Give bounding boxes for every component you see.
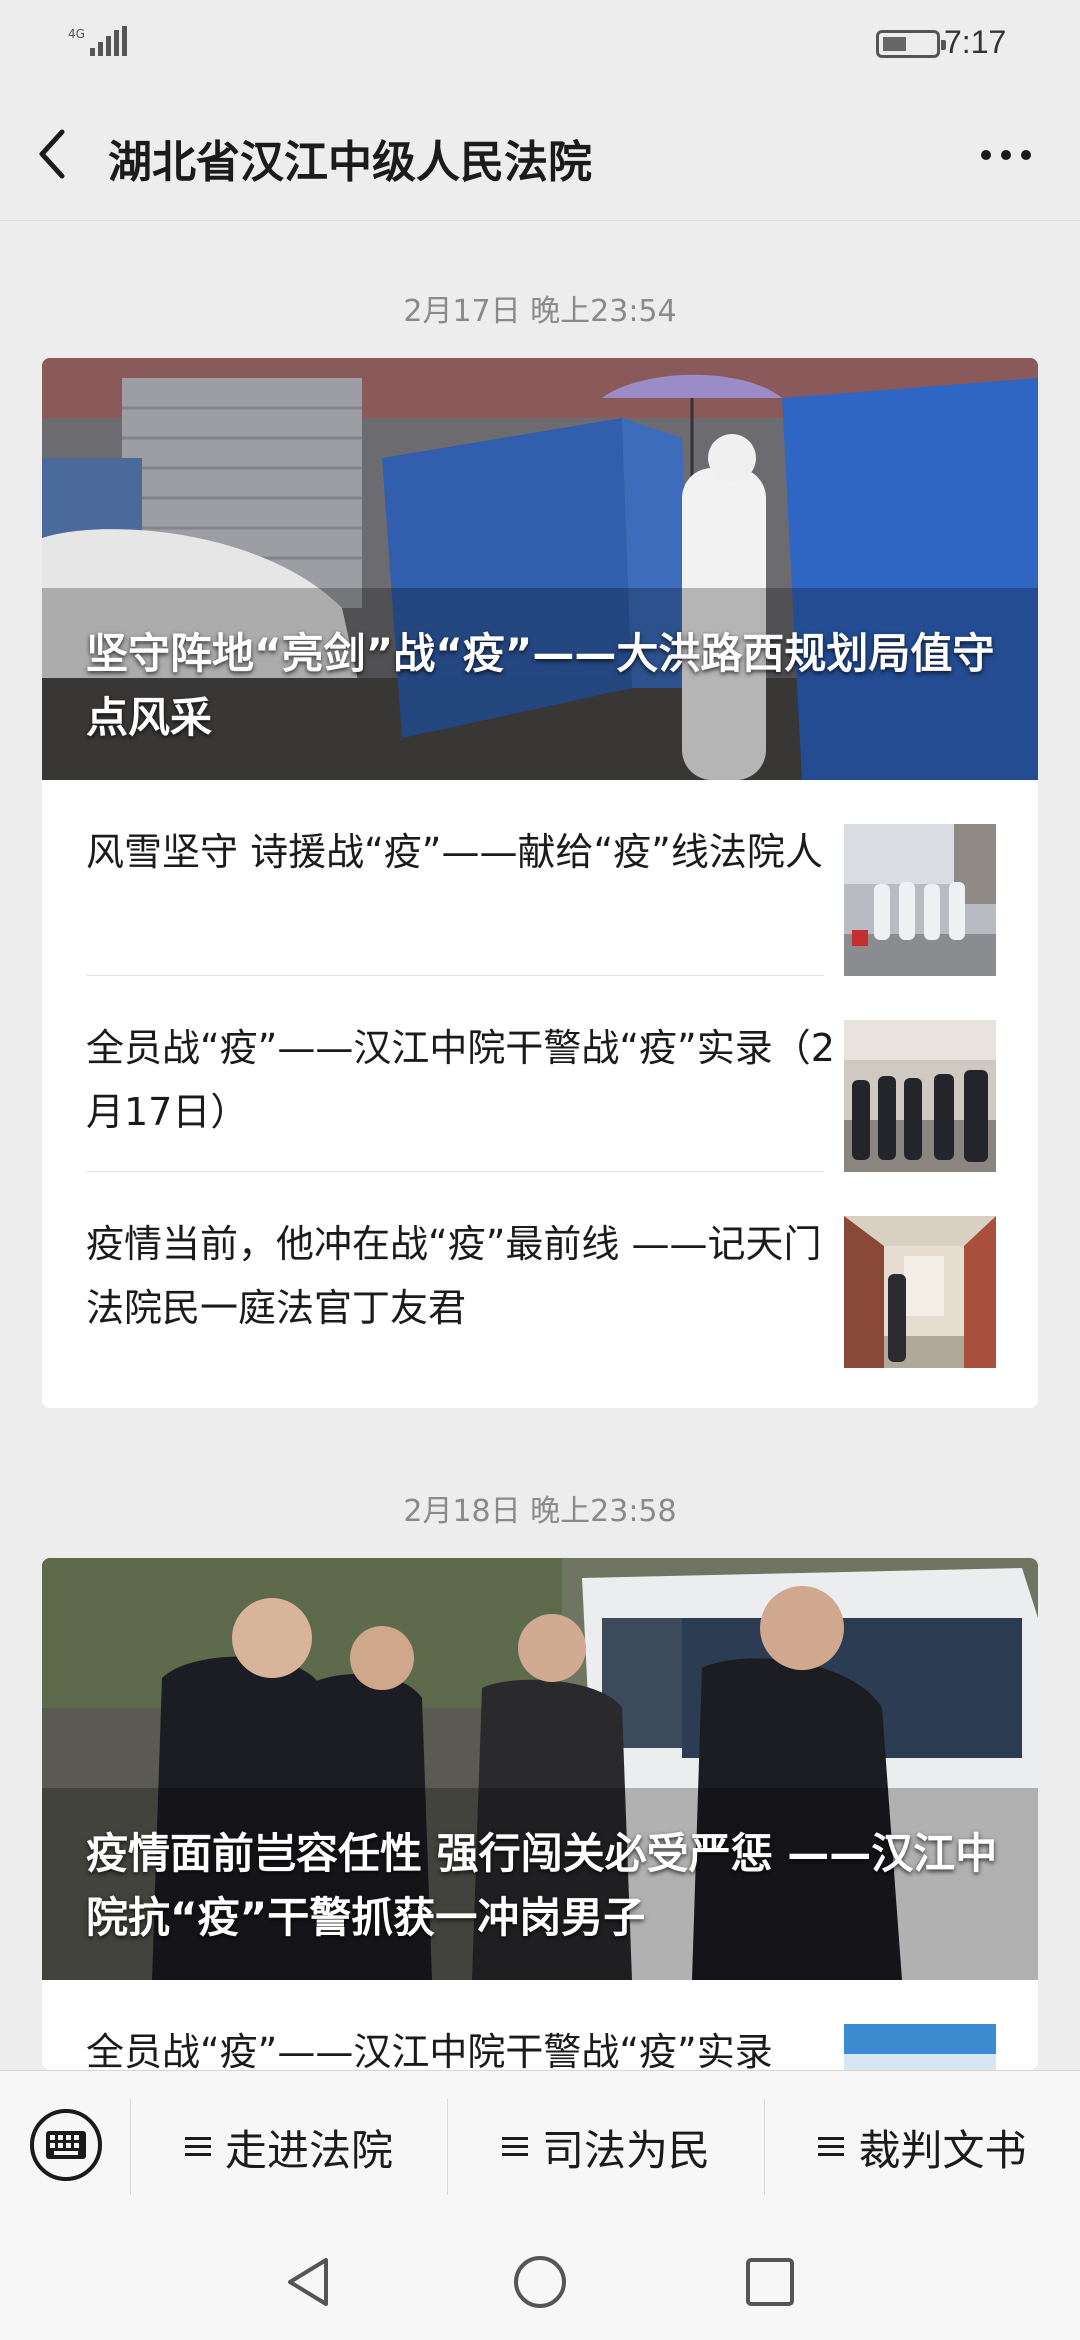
hamburger-icon (184, 2137, 211, 2156)
article-title: 全员战“疫”——汉江中院干警战“疫”实录（2月17日） (86, 1026, 835, 1134)
nav-recents-icon[interactable] (740, 2252, 800, 2312)
menu-item-label: 司法为民 (541, 2125, 710, 2175)
system-nav-bar (0, 2222, 1080, 2340)
battery-icon (876, 30, 946, 58)
status-time: 7:17 (944, 24, 1007, 60)
article-card: 疫情面前岂容任性 强行闯关必受严惩 ——汉江中院抗“疫”干警抓获一冲岗男子 全员… (42, 1558, 1038, 2070)
article-title: 全员战“疫”——汉江中院干警战“疫”实录 (86, 2030, 773, 2070)
nav-back-icon[interactable] (280, 2252, 340, 2312)
page-title: 湖北省汉江中级人民法院 (108, 137, 592, 188)
status-bar: 4G 7:17 (0, 0, 1080, 90)
menu-item-judgments[interactable]: 裁判文书 (765, 2071, 1080, 2223)
article-thumbnail (844, 1020, 996, 1172)
hamburger-icon (818, 2137, 845, 2156)
list-item[interactable]: 疫情当前，他冲在战“疫”最前线 ——记天门法院民一庭法官丁友君 (42, 1172, 1038, 1368)
menu-item-label: 裁判文书 (858, 2125, 1027, 2175)
hero-article[interactable]: 疫情面前岂容任性 强行闯关必受严惩 ——汉江中院抗“疫”干警抓获一冲岗男子 (42, 1558, 1038, 1980)
message-timestamp: 2月17日 晚上23:54 (403, 294, 677, 329)
menu-item-label: 走进法院 (224, 2125, 393, 2175)
article-thumbnail (844, 824, 996, 976)
message-timestamp: 2月18日 晚上23:58 (403, 1494, 677, 1529)
menu-item-about-court[interactable]: 走进法院 (131, 2071, 447, 2223)
signal-icon: 4G (68, 26, 128, 60)
list-item[interactable]: 全员战“疫”——汉江中院干警战“疫”实录（2月17日） (42, 976, 1038, 1172)
bottom-menu-bar: 走进法院 司法为民 裁判文书 (0, 2070, 1080, 2223)
hamburger-icon (501, 2137, 528, 2156)
more-dots-icon[interactable] (976, 130, 1036, 180)
hero-title: 疫情面前岂容任性 强行闯关必受严惩 ——汉江中院抗“疫”干警抓获一冲岗男子 (86, 1829, 998, 1942)
article-title: 风雪坚守 诗援战“疫”——献给“疫”线法院人 (86, 830, 823, 874)
network-type: 4G (68, 27, 85, 41)
title-bar: 湖北省汉江中级人民法院 (0, 90, 1080, 221)
menu-item-justice-for-people[interactable]: 司法为民 (448, 2071, 764, 2223)
chevron-left-icon[interactable] (30, 122, 74, 186)
article-card: 坚守阵地“亮剑”战“疫”——大洪路西规划局值守点风采 风雪坚守 诗援战“疫”——… (42, 358, 1038, 1408)
list-item[interactable]: 风雪坚守 诗援战“疫”——献给“疫”线法院人 (42, 780, 1038, 976)
article-thumbnail (844, 1216, 996, 1368)
keyboard-icon[interactable] (28, 2107, 104, 2183)
hero-article[interactable]: 坚守阵地“亮剑”战“疫”——大洪路西规划局值守点风采 (42, 358, 1038, 780)
hero-title: 坚守阵地“亮剑”战“疫”——大洪路西规划局值守点风采 (86, 629, 995, 742)
article-title: 疫情当前，他冲在战“疫”最前线 ——记天门法院民一庭法官丁友君 (86, 1222, 822, 1330)
list-item[interactable]: 全员战“疫”——汉江中院干警战“疫”实录 (42, 1980, 1038, 2070)
nav-home-icon[interactable] (510, 2252, 570, 2312)
article-thumbnail (844, 2024, 996, 2070)
